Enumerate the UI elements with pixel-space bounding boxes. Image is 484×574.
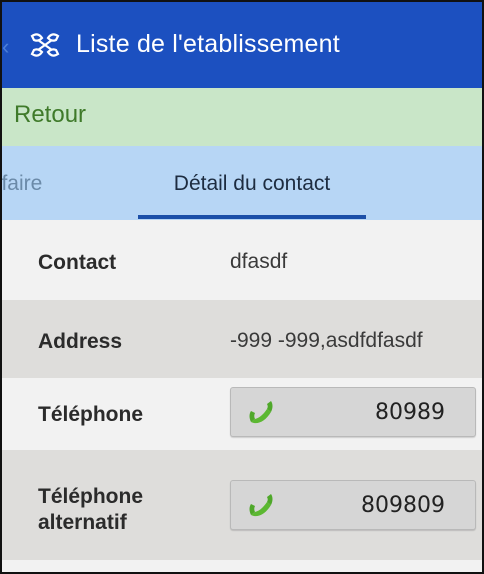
telephone-alt-number: 809809 [361, 493, 445, 518]
telephone-alt-call-button[interactable]: 809809 [230, 480, 476, 530]
contact-label: Contact [38, 251, 117, 274]
app-title: Liste de l'etablissement [76, 30, 340, 58]
contact-row: Contact dfasdf [2, 220, 482, 300]
telephone-call-button[interactable]: 80989 [230, 387, 476, 437]
telephone-alt-label-line2: alternatif [38, 511, 127, 534]
contact-value: dfasdf [230, 250, 288, 273]
telephone-alt-label-line1: Téléphone [38, 485, 144, 508]
back-chevron-icon[interactable]: ‹ [2, 34, 9, 60]
address-label: Address [38, 330, 123, 353]
telephone-number: 80989 [375, 400, 445, 425]
address-row: Address -999 -999,asdfdfasdf [2, 300, 482, 378]
retour-label: Retour [14, 101, 87, 128]
app-screen: ‹ Liste de l'etablissement Retour ffaire… [0, 0, 484, 574]
tab-bar: ffaire Détail du contact [2, 146, 482, 220]
telephone-alt-row: Téléphone alternatif 809809 [2, 450, 482, 560]
address-value: -999 -999,asdfdfasdf [230, 329, 423, 352]
phone-icon [249, 494, 273, 517]
app-logo-icon [30, 33, 60, 57]
tab-affaire[interactable]: ffaire [2, 172, 42, 196]
tab-active-indicator [138, 215, 366, 219]
next-row-partial [2, 560, 482, 572]
telephone-row: Téléphone 80989 [2, 378, 482, 450]
telephone-label: Téléphone [38, 403, 144, 426]
app-bar: ‹ Liste de l'etablissement [2, 2, 482, 88]
retour-button[interactable]: Retour [2, 88, 482, 146]
phone-icon [249, 401, 273, 424]
tab-detail-contact[interactable]: Détail du contact [138, 172, 366, 196]
